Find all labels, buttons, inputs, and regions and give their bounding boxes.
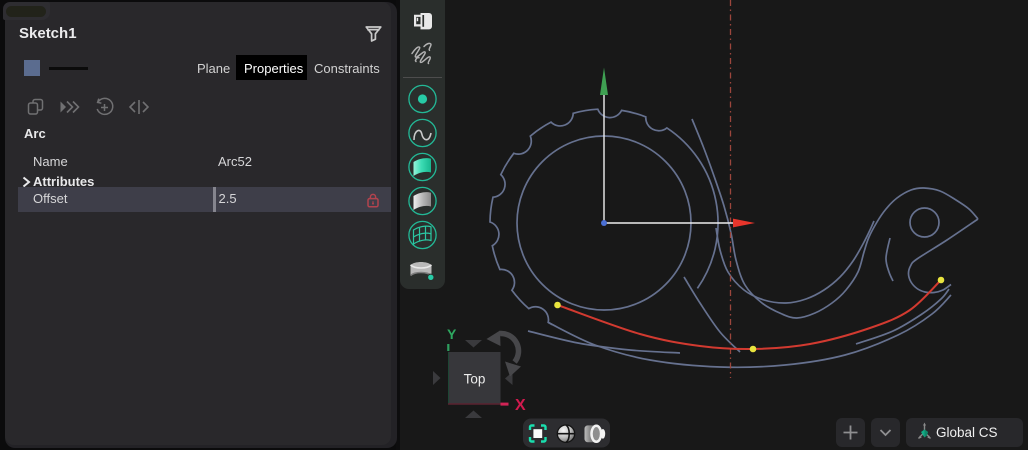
- svg-text:Y: Y: [447, 326, 457, 342]
- svg-text:Top: Top: [464, 372, 486, 387]
- svg-text:X: X: [515, 397, 526, 414]
